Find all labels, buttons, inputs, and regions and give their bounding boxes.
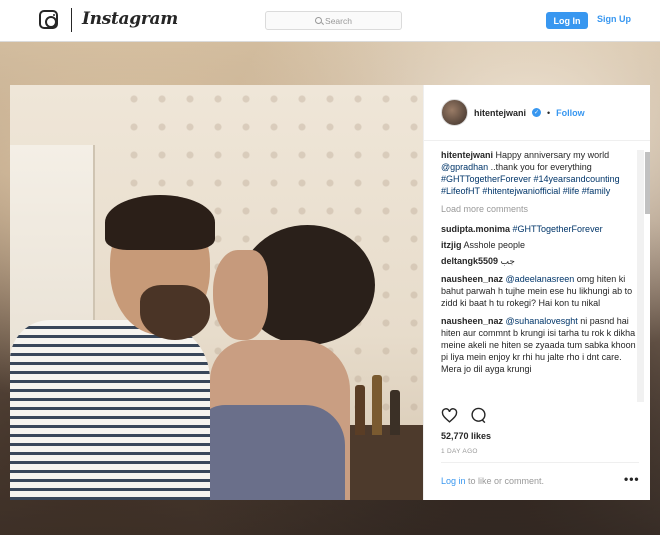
photo-man-hair bbox=[105, 195, 215, 250]
follow-button[interactable]: Follow bbox=[556, 108, 585, 118]
comment-username[interactable]: deltangk5509 bbox=[441, 256, 498, 266]
verified-badge-icon: ✓ bbox=[532, 108, 542, 117]
section-divider bbox=[441, 462, 639, 463]
post-sidebar: hitentejwani ✓ • Follow hitentejwani Hap… bbox=[423, 85, 650, 500]
comment-item: itzjig Asshole people bbox=[441, 239, 639, 251]
login-prompt-link[interactable]: Log in bbox=[441, 476, 466, 486]
load-more-comments[interactable]: Load more comments bbox=[441, 203, 639, 215]
post-timestamp: 1 DAY AGO bbox=[441, 448, 478, 455]
likes-count[interactable]: 52,770 likes bbox=[441, 431, 491, 441]
comment-username[interactable]: sudipta.monima bbox=[441, 224, 510, 234]
comment-text: Asshole people bbox=[463, 240, 526, 250]
comment-username[interactable]: itzjig bbox=[441, 240, 462, 250]
comment-item: sudipta.monima #GHTTogetherForever bbox=[441, 223, 639, 235]
caption-username[interactable]: hitentejwani bbox=[441, 150, 493, 160]
photo-man-shirt bbox=[10, 320, 210, 500]
comment-mention[interactable]: @adeelanasreen bbox=[506, 274, 575, 284]
photo-bottle bbox=[390, 390, 400, 435]
post-photo[interactable] bbox=[10, 85, 423, 500]
caption-hashtags[interactable]: #GHTTogetherForever #14yearsandcounting … bbox=[441, 174, 620, 196]
instagram-camera-icon[interactable] bbox=[39, 10, 58, 29]
comments-list[interactable]: hitentejwani Happy anniversary my world … bbox=[441, 149, 639, 401]
comment-text[interactable]: #GHTTogetherForever bbox=[513, 224, 603, 234]
photo-woman-dress bbox=[195, 405, 345, 500]
comment-icon[interactable] bbox=[470, 407, 487, 424]
caption-mention[interactable]: @gpradhan bbox=[441, 162, 488, 172]
caption: hitentejwani Happy anniversary my world … bbox=[441, 149, 639, 197]
post-header: hitentejwani ✓ • Follow bbox=[424, 85, 650, 141]
comment-item: deltangk5509 جب bbox=[441, 255, 639, 267]
login-prompt-text: to like or comment. bbox=[465, 476, 545, 486]
more-options-icon[interactable]: ••• bbox=[624, 472, 640, 486]
photo-man-beard bbox=[140, 285, 210, 340]
instagram-wordmark[interactable]: Instagram bbox=[82, 9, 178, 29]
separator-dot: • bbox=[547, 107, 551, 118]
photo-bottle bbox=[372, 375, 382, 435]
comment-item: nausheen_naz @adeelanasreen omg hiten ki… bbox=[441, 273, 639, 309]
avatar[interactable] bbox=[441, 99, 468, 126]
login-button[interactable]: Log In bbox=[546, 12, 588, 29]
comment-item: nausheen_naz @suhanalovesght ni pasnd ha… bbox=[441, 315, 639, 375]
comment-username[interactable]: nausheen_naz bbox=[441, 274, 503, 284]
comment-username[interactable]: nausheen_naz bbox=[441, 316, 503, 326]
top-navigation-bar: Instagram Search Log In Sign Up bbox=[0, 0, 660, 42]
comments-scrollbar[interactable] bbox=[637, 150, 644, 402]
logo-divider bbox=[71, 8, 72, 32]
photo-woman-face bbox=[213, 250, 268, 340]
photo-bottle bbox=[355, 385, 365, 435]
post-actions bbox=[441, 407, 487, 424]
comment-mention[interactable]: @suhanalovesght bbox=[506, 316, 578, 326]
comments-scrollbar-thumb[interactable] bbox=[645, 152, 650, 214]
heart-icon[interactable] bbox=[441, 407, 458, 424]
signup-link[interactable]: Sign Up bbox=[597, 14, 631, 24]
comment-text: جب bbox=[500, 256, 515, 266]
search-input[interactable]: Search bbox=[265, 11, 402, 30]
search-icon bbox=[315, 17, 323, 24]
post-modal: hitentejwani ✓ • Follow hitentejwani Hap… bbox=[10, 85, 650, 500]
caption-text-2: ..thank you for everything bbox=[488, 162, 592, 172]
caption-text: Happy anniversary my world bbox=[495, 150, 610, 160]
post-username[interactable]: hitentejwani bbox=[474, 108, 526, 118]
search-placeholder: Search bbox=[325, 15, 352, 26]
login-prompt: Log in to like or comment. bbox=[441, 476, 544, 486]
